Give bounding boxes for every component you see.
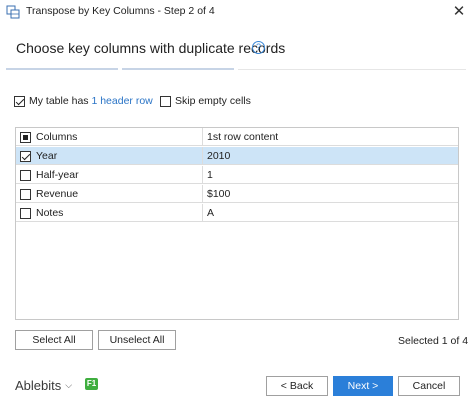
row-checkbox[interactable]	[20, 207, 31, 219]
first-row-value: 1	[202, 166, 458, 184]
skip-empty-checkbox[interactable]	[160, 95, 171, 107]
header-row-count-link[interactable]: 1 header row	[91, 95, 152, 107]
skip-empty-label: Skip empty cells	[175, 95, 251, 107]
header-row-label: My table has 1 header row	[29, 95, 153, 107]
step-progress-2	[122, 68, 234, 70]
window-title: Transpose by Key Columns - Step 2 of 4	[26, 5, 215, 17]
column-name: Revenue	[36, 188, 79, 200]
unselect-all-button[interactable]: Unselect All	[98, 330, 176, 350]
table-row[interactable]: Revenue $100	[16, 185, 458, 203]
columns-header-cell: Columns	[20, 128, 202, 146]
help-icon[interactable]: ?	[252, 41, 265, 54]
first-row-value: $100	[202, 185, 458, 203]
cancel-button[interactable]: Cancel	[398, 376, 460, 396]
selected-count-text: Selected 1 of 4	[398, 335, 469, 347]
table-row[interactable]: Notes A	[16, 204, 458, 222]
first-row-value: A	[202, 204, 458, 222]
row-checkbox[interactable]	[20, 188, 31, 200]
title-bar: Transpose by Key Columns - Step 2 of 4 ✕	[0, 0, 474, 24]
back-button[interactable]: < Back	[266, 376, 328, 396]
row-checkbox[interactable]	[20, 169, 31, 181]
columns-grid: Columns 1st row content Year 2010 Half-yea…	[15, 127, 459, 320]
next-button[interactable]: Next >	[333, 376, 393, 396]
first-row-header-label: 1st row content	[202, 128, 458, 146]
first-row-value: 2010	[202, 147, 458, 165]
column-name-cell: Revenue	[20, 185, 202, 203]
column-name-cell: Half-year	[20, 166, 202, 184]
header-row-option[interactable]: My table has 1 header row	[14, 95, 153, 107]
column-name: Half-year	[36, 169, 79, 181]
skip-empty-option[interactable]: Skip empty cells	[160, 95, 251, 107]
table-row[interactable]: Year 2010	[16, 147, 458, 165]
grid-header-row: Columns 1st row content	[16, 128, 458, 146]
select-all-button[interactable]: Select All	[15, 330, 93, 350]
column-name-cell: Notes	[20, 204, 202, 222]
header-row-checkbox[interactable]	[14, 95, 25, 107]
column-name-cell: Year	[20, 147, 202, 165]
step-progress-remaining	[238, 69, 466, 70]
columns-header-label: Columns	[36, 131, 78, 143]
f1-help-icon[interactable]: F1	[85, 378, 98, 390]
step-progress-1	[6, 68, 118, 70]
ablebits-logo-text: Ablebits	[15, 378, 62, 393]
page-title: Choose key columns with duplicate record…	[16, 40, 286, 56]
row-checkbox[interactable]	[20, 150, 31, 162]
close-icon[interactable]: ✕	[448, 2, 470, 22]
column-name: Year	[36, 150, 58, 162]
chevron-down-icon: ⌵	[65, 380, 73, 390]
ablebits-menu[interactable]: Ablebits ⌵	[15, 378, 72, 393]
table-row[interactable]: Half-year 1	[16, 166, 458, 184]
transpose-app-icon	[6, 5, 20, 19]
column-name: Notes	[36, 207, 64, 219]
select-all-checkbox[interactable]	[20, 131, 31, 143]
